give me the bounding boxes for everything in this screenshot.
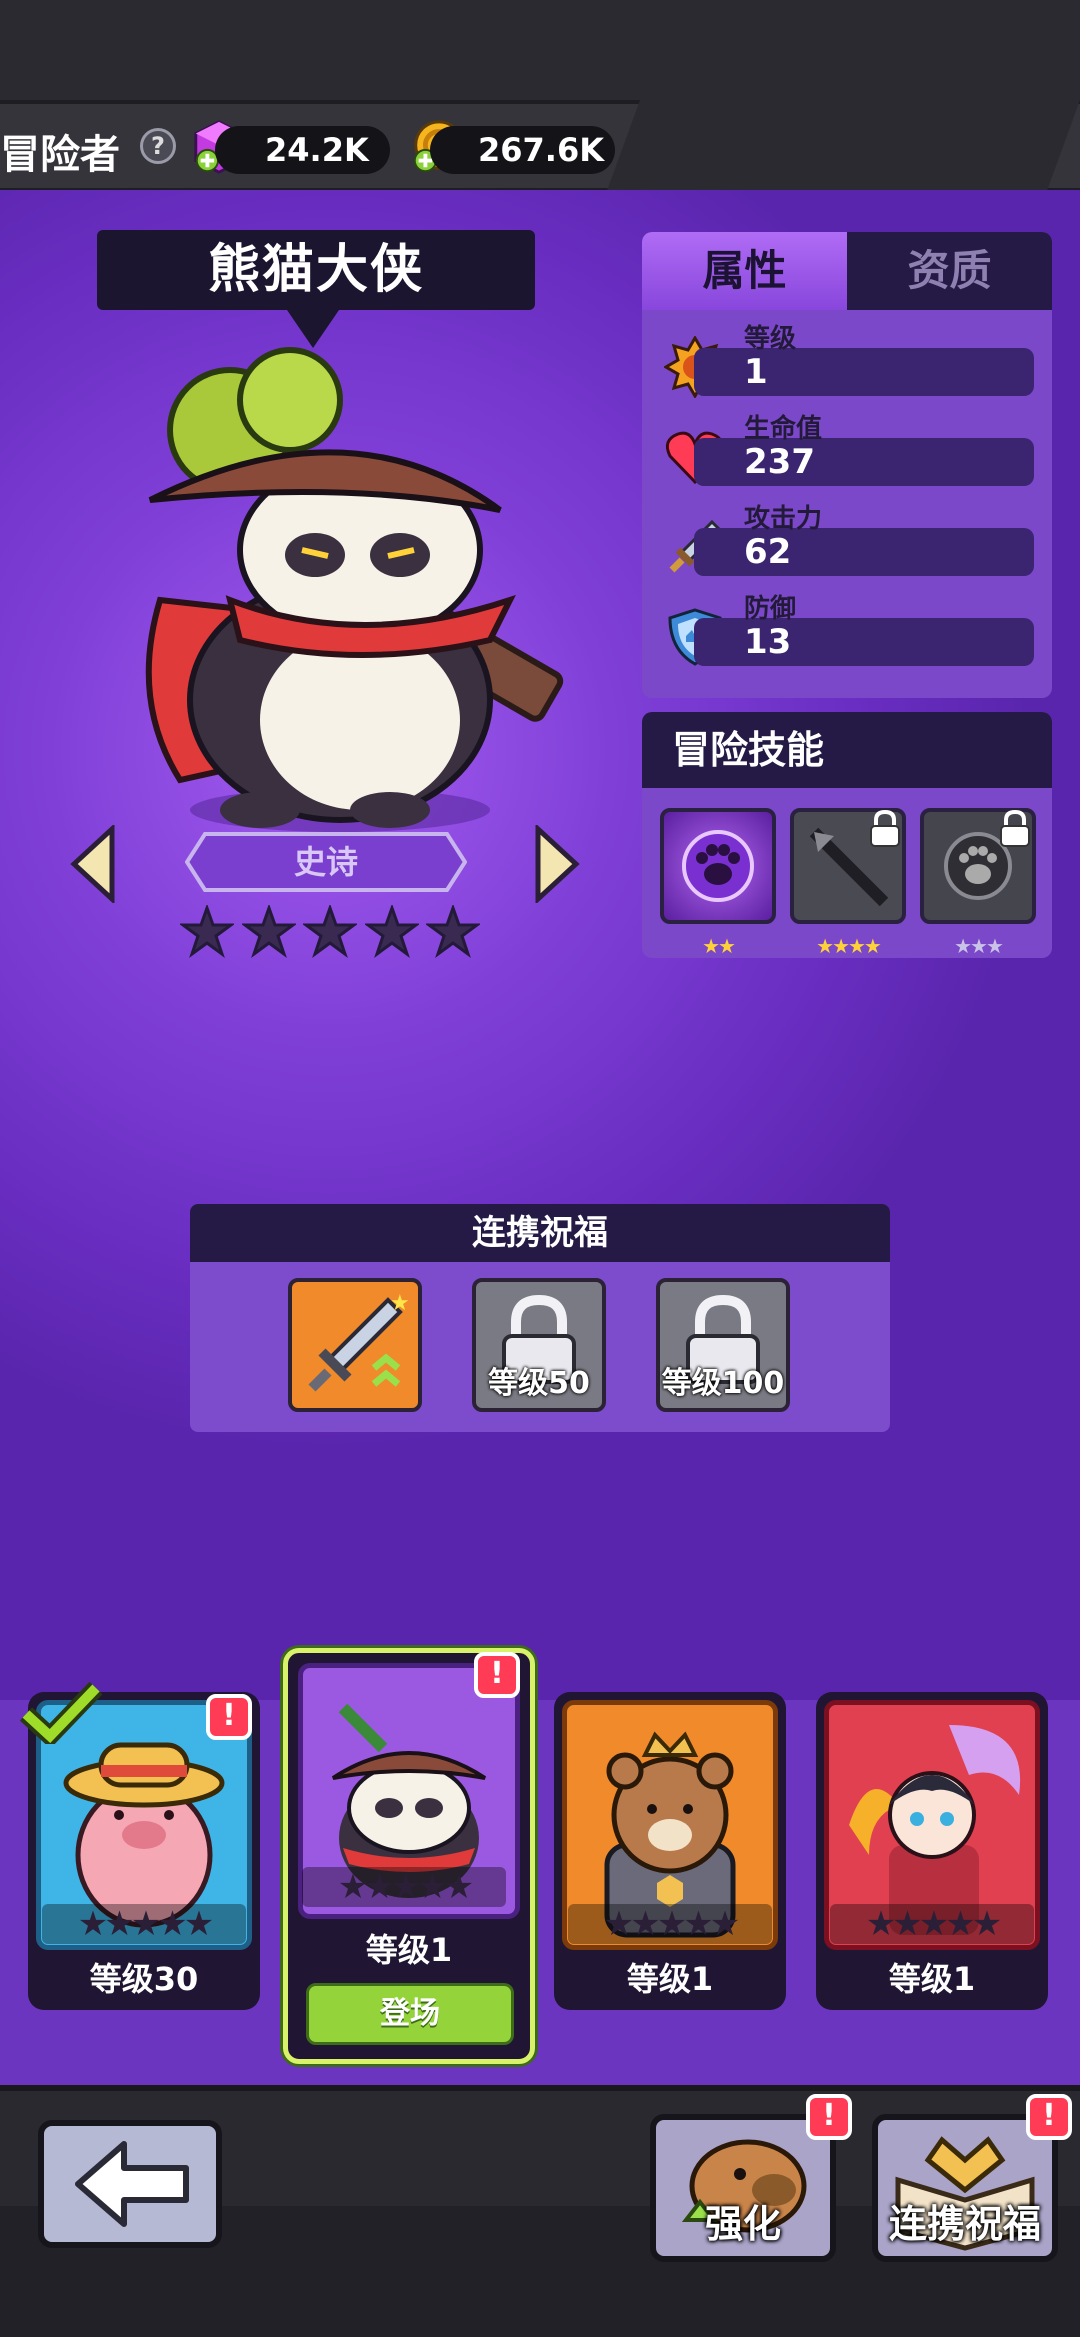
next-hero-arrow[interactable] bbox=[534, 825, 582, 903]
panda-hero-image bbox=[145, 347, 564, 832]
svg-text:★: ★ bbox=[390, 1291, 410, 1316]
stat-level: 等级 1 bbox=[664, 318, 1034, 398]
star-icon bbox=[364, 905, 419, 958]
gem-counter: 24.2K bbox=[215, 126, 390, 174]
skill-1-stars: ★★ bbox=[702, 934, 736, 958]
skill-3-stars: ★★★ bbox=[954, 934, 1004, 958]
paw-icon bbox=[682, 830, 754, 902]
card-stars: ★★★★★ bbox=[568, 1904, 772, 1944]
owned-checkmark-icon bbox=[20, 1681, 102, 1744]
stat-defense: 防御 13 bbox=[664, 588, 1034, 668]
card-level: 等级1 bbox=[888, 1960, 976, 1998]
blessing-slot-2[interactable]: 等级50 bbox=[472, 1278, 606, 1412]
alert-badge: ! bbox=[1026, 2094, 1072, 2140]
card-level: 等级1 bbox=[626, 1960, 714, 1998]
status-bar-area bbox=[0, 0, 1080, 100]
alert-badge: ! bbox=[206, 1694, 252, 1740]
skill-2-stars: ★★★★ bbox=[816, 934, 882, 958]
coin-counter: 267.6K bbox=[430, 126, 615, 174]
hero-card-bear[interactable]: ★★★★★ 等级1 bbox=[554, 1692, 786, 2010]
blessing-slot-1[interactable]: ★ bbox=[288, 1278, 422, 1412]
star-icon bbox=[426, 905, 480, 958]
rarity-badge: 史诗 bbox=[184, 830, 468, 894]
hero-card-panda-selected[interactable]: ★★★★★ 等级1 登场 bbox=[283, 1648, 535, 2064]
alert-badge: ! bbox=[474, 1652, 520, 1698]
blessing-slot-3[interactable]: 等级100 bbox=[656, 1278, 790, 1412]
tab-attributes[interactable]: 属性 bbox=[642, 232, 847, 310]
card-stars: ★★★★★ bbox=[830, 1904, 1034, 1944]
tab-aptitude[interactable]: 资质 bbox=[847, 232, 1052, 310]
back-button[interactable] bbox=[38, 2120, 222, 2248]
skill-slot-1[interactable]: ★★ bbox=[660, 808, 776, 958]
card-stars: ★★★★★ bbox=[302, 1867, 506, 1907]
page-title: 冒险者 bbox=[0, 132, 120, 178]
star-icon bbox=[180, 905, 234, 958]
deploy-button[interactable]: 登场 bbox=[306, 1983, 514, 2045]
hero-name: 熊猫大侠 bbox=[97, 230, 535, 348]
blessing-panel: 连携祝福 ★ 等级50 等级100 bbox=[190, 1204, 890, 1432]
stat-attack: 攻击力 62 bbox=[664, 498, 1034, 578]
star-icon bbox=[241, 905, 296, 958]
card-stars: ★★★★★ bbox=[42, 1904, 246, 1944]
hero-card-dragon-girl[interactable]: ★★★★★ 等级1 bbox=[816, 1692, 1048, 2010]
skill-slot-3[interactable]: ★★★ bbox=[920, 808, 1036, 958]
skills-title: 冒险技能 bbox=[642, 712, 1052, 788]
attributes-panel: 属性 资质 等级 1 生命值 237 攻击力 62 防御 13 bbox=[642, 232, 1052, 698]
lock-icon bbox=[870, 809, 900, 847]
rarity-label: 史诗 bbox=[293, 843, 358, 881]
back-arrow-icon bbox=[75, 2141, 189, 2227]
card-level: 等级1 bbox=[365, 1931, 453, 1969]
card-level: 等级30 bbox=[89, 1960, 199, 1998]
hero-stars bbox=[180, 905, 480, 961]
sword-upgrade-icon: ★ bbox=[308, 1291, 410, 1392]
stat-hp: 生命值 237 bbox=[664, 408, 1034, 488]
blessing-title: 连携祝福 bbox=[190, 1204, 890, 1262]
alert-badge: ! bbox=[806, 2094, 852, 2140]
star-icon bbox=[303, 905, 357, 958]
help-icon[interactable]: ? bbox=[140, 128, 176, 164]
adventure-skills-panel: 冒险技能 ★★ ★★★★ ★★★ bbox=[642, 712, 1052, 958]
skill-slot-2[interactable]: ★★★★ bbox=[790, 808, 906, 958]
lock-icon bbox=[1000, 809, 1030, 847]
previous-hero-arrow[interactable] bbox=[68, 825, 116, 903]
